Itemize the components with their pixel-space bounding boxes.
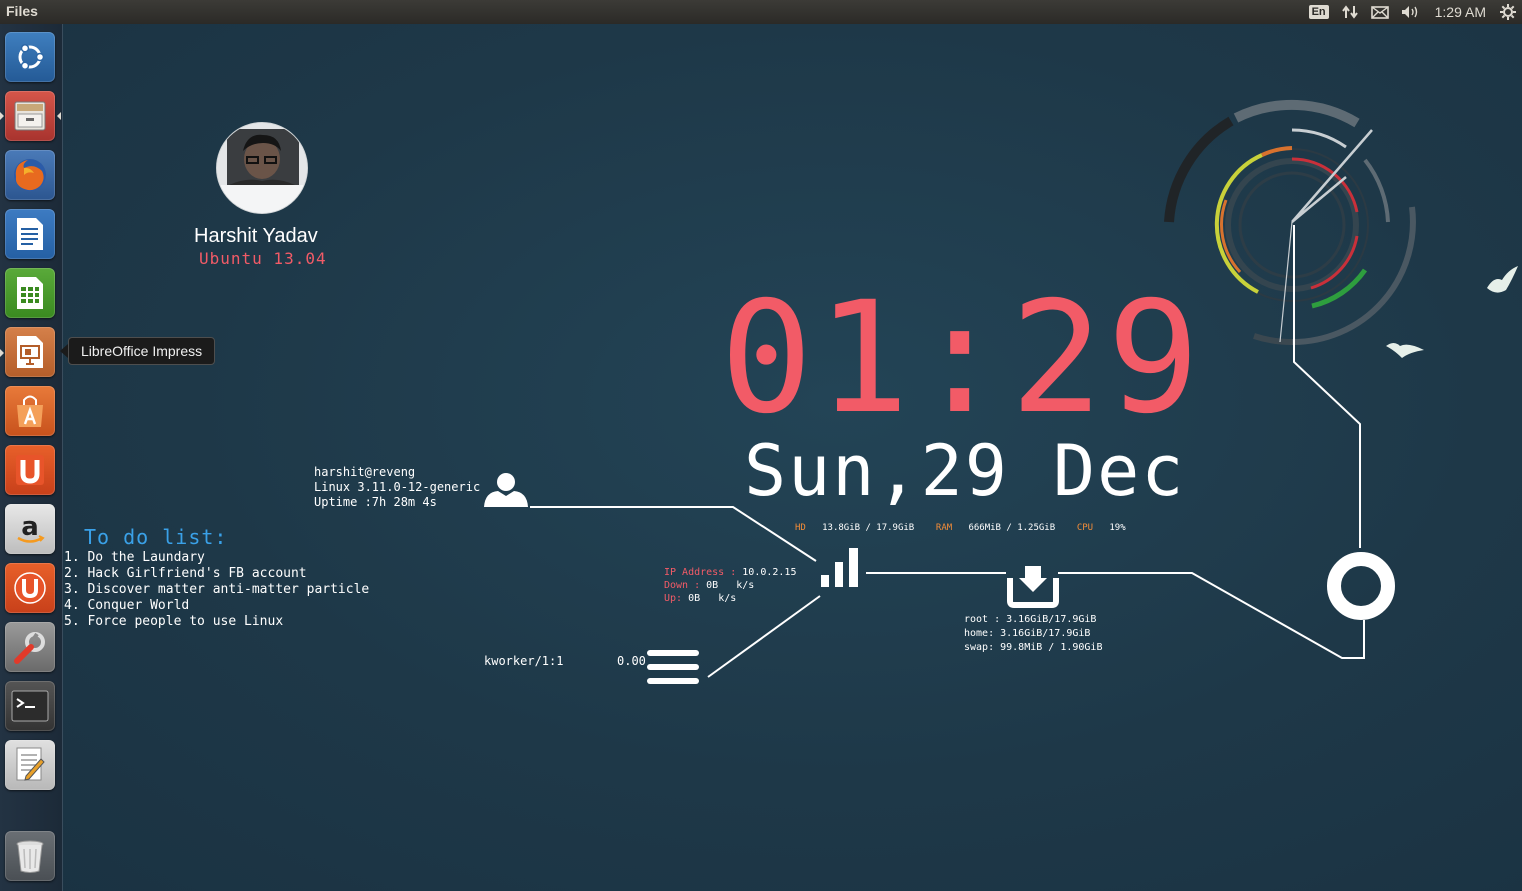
wrench-icon bbox=[11, 628, 49, 666]
launcher-item-ubuntu-one-music[interactable] bbox=[5, 563, 55, 613]
launcher-item-libreoffice-writer[interactable] bbox=[5, 209, 55, 259]
avatar bbox=[216, 122, 308, 214]
writer-icon bbox=[15, 216, 45, 252]
keyboard-layout-label: En bbox=[1308, 5, 1329, 19]
launcher-item-firefox[interactable] bbox=[5, 150, 55, 200]
launcher-item-libreoffice-impress[interactable] bbox=[5, 327, 55, 377]
launcher-item-files[interactable] bbox=[5, 91, 55, 141]
ram-value: 666MiB / 1.25GiB bbox=[968, 523, 1056, 533]
launcher-item-text-editor[interactable] bbox=[5, 740, 55, 790]
ubuntu-logo-icon bbox=[13, 40, 47, 74]
calc-icon bbox=[15, 275, 45, 311]
volume-icon[interactable] bbox=[1395, 0, 1427, 24]
disk-swap: swap: 99.8MiB / 1.90GiB bbox=[964, 642, 1103, 653]
system-stats: HD 13.8GiB / 17.9GiB RAM 666MiB / 1.25Gi… bbox=[795, 523, 1126, 533]
disk-info: root : 3.16GiB/17.9GiB home: 3.16GiB/17.… bbox=[964, 613, 1102, 655]
svg-text:a: a bbox=[21, 512, 39, 542]
uptime: Uptime :7h 28m 4s bbox=[314, 495, 437, 509]
cpu-value: 19% bbox=[1109, 523, 1126, 533]
text-editor-icon bbox=[14, 746, 46, 784]
hd-label: HD bbox=[795, 523, 806, 533]
network-transfer-icon[interactable] bbox=[1335, 0, 1365, 24]
ram-label: RAM bbox=[935, 523, 953, 533]
todo-item: 2. Hack Girlfriend's FB account bbox=[64, 566, 307, 581]
ubuntu-one-music-icon bbox=[12, 570, 48, 606]
ip-value: 10.0.2.15 bbox=[742, 567, 797, 578]
launcher: a bbox=[0, 24, 63, 891]
user-name: Harshit Yadav bbox=[194, 225, 318, 247]
up-label: Up: bbox=[664, 593, 683, 604]
todo-title: To do list: bbox=[84, 525, 228, 549]
impress-icon bbox=[15, 334, 45, 370]
top-panel: Files En 1:29 AM bbox=[0, 0, 1522, 24]
keyboard-layout-indicator[interactable]: En bbox=[1303, 0, 1335, 24]
gear-icon[interactable] bbox=[1494, 0, 1522, 24]
launcher-item-ubuntu-software-center[interactable] bbox=[5, 386, 55, 436]
network-info: IP Address : 10.0.2.15 Down : 0B k/s Up:… bbox=[664, 566, 796, 605]
user-login: harshit@reveng bbox=[314, 465, 416, 479]
disk-root: root : 3.16GiB/17.9GiB bbox=[964, 614, 1097, 625]
hd-value: 13.8GiB / 17.9GiB bbox=[822, 523, 915, 533]
launcher-item-terminal[interactable] bbox=[5, 681, 55, 731]
todo-item: 3. Discover matter anti-matter particle bbox=[64, 582, 370, 597]
top-process-name: kworker/1:1 bbox=[484, 654, 564, 668]
ip-label: IP Address : bbox=[664, 567, 737, 578]
conky-time: 01:29 bbox=[720, 269, 1204, 448]
file-cabinet-icon bbox=[12, 99, 48, 133]
launcher-item-system-settings[interactable] bbox=[5, 622, 55, 672]
launcher-item-trash[interactable] bbox=[5, 831, 55, 881]
todo-item: 5. Force people to use Linux bbox=[64, 614, 284, 629]
ubuntu-one-icon bbox=[13, 452, 47, 488]
firefox-icon bbox=[10, 155, 50, 195]
mail-icon[interactable] bbox=[1365, 0, 1395, 24]
clock-indicator[interactable]: 1:29 AM bbox=[1427, 0, 1494, 24]
launcher-item-dash-home[interactable] bbox=[5, 32, 55, 82]
os-version: Ubuntu 13.04 bbox=[199, 249, 327, 268]
window-title: Files bbox=[6, 3, 38, 19]
down-value: 0B k/s bbox=[706, 580, 755, 591]
launcher-tooltip: LibreOffice Impress bbox=[59, 337, 216, 365]
amazon-icon: a bbox=[12, 511, 48, 547]
shopping-bag-icon bbox=[13, 393, 47, 429]
cpu-label: CPU bbox=[1076, 523, 1094, 533]
trash-icon bbox=[14, 837, 46, 875]
terminal-icon bbox=[11, 690, 49, 722]
user-info: harshit@reveng Linux 3.11.0-12-generic U… bbox=[314, 465, 480, 510]
up-value: 0B k/s bbox=[688, 593, 737, 604]
launcher-item-libreoffice-calc[interactable] bbox=[5, 268, 55, 318]
indicator-area: En 1:29 AM bbox=[1303, 0, 1522, 24]
launcher-item-ubuntu-one[interactable] bbox=[5, 445, 55, 495]
launcher-item-amazon[interactable]: a bbox=[5, 504, 55, 554]
down-label: Down : bbox=[664, 580, 701, 591]
todo-list: 1. Do the Laundary 2. Hack Girlfriend's … bbox=[64, 550, 369, 630]
todo-item: 4. Conquer World bbox=[64, 598, 190, 613]
conky-date: Sun,29 Dec bbox=[744, 430, 1186, 512]
todo-item: 1. Do the Laundary bbox=[64, 550, 205, 565]
kernel-version: Linux 3.11.0-12-generic bbox=[314, 480, 481, 494]
disk-home: home: 3.16GiB/17.9GiB bbox=[964, 628, 1091, 639]
top-process-value: 0.00 bbox=[617, 654, 646, 668]
